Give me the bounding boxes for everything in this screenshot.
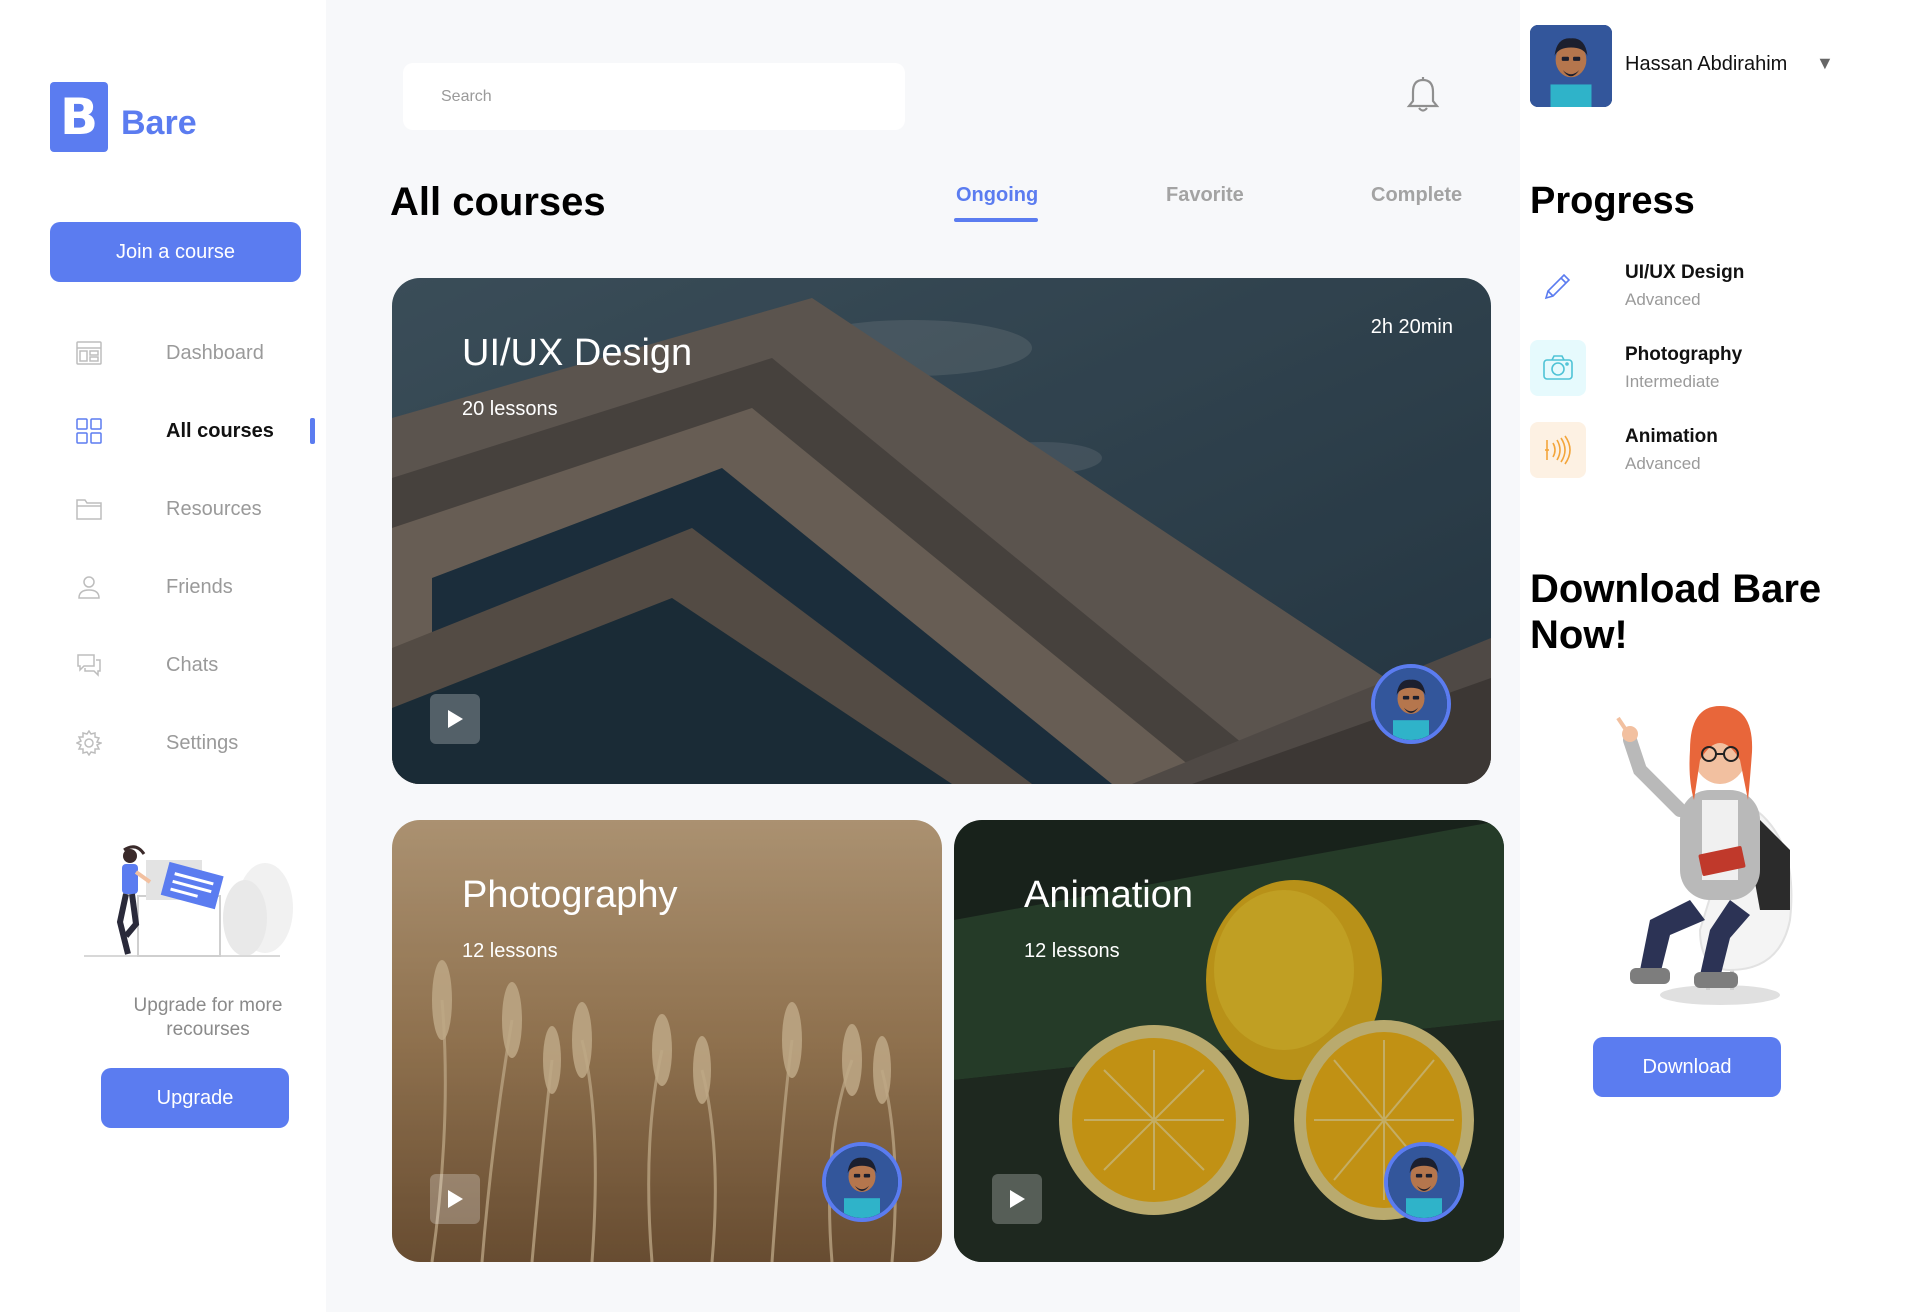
dashboard-icon	[76, 340, 102, 366]
progress-item-animation[interactable]: Animation Advanced	[1530, 422, 1890, 492]
sidebar-item-chats[interactable]: Chats	[0, 626, 326, 704]
gear-icon	[76, 730, 102, 756]
pencil-icon	[1530, 258, 1586, 314]
progress-course-name: UI/UX Design	[1625, 262, 1745, 283]
download-illustration	[1590, 670, 1820, 1010]
sidebar-item-label: Dashboard	[166, 341, 264, 364]
avatar[interactable]	[1530, 25, 1612, 107]
download-title: Download Bare Now!	[1530, 567, 1822, 657]
sidebar-item-label: Chats	[166, 653, 219, 676]
course-title: Photography	[462, 874, 678, 916]
tab-complete[interactable]: Complete	[1371, 184, 1462, 207]
tab-favorite[interactable]: Favorite	[1166, 184, 1244, 207]
sidebar-item-resources[interactable]: Resources	[0, 470, 326, 548]
course-card-animation[interactable]: Animation 12 lessons	[954, 820, 1504, 1262]
search-placeholder: Search	[441, 87, 492, 105]
sound-wave-icon	[1530, 422, 1586, 478]
tab-ongoing[interactable]: Ongoing	[956, 184, 1038, 207]
sidebar-item-dashboard[interactable]: Dashboard	[0, 314, 326, 392]
user-icon	[76, 574, 102, 600]
sidebar: B Bare Join a course Dashboard All cours…	[0, 0, 326, 1312]
sidebar-item-label: Settings	[166, 731, 239, 754]
sidebar-item-settings[interactable]: Settings	[0, 704, 326, 782]
sidebar-item-all-courses[interactable]: All courses	[0, 392, 326, 470]
instructor-avatar[interactable]	[1384, 1142, 1464, 1222]
chevron-down-icon[interactable]: ▼	[1816, 53, 1834, 74]
course-lessons: 12 lessons	[462, 940, 558, 962]
play-icon[interactable]	[430, 1174, 480, 1224]
bell-icon[interactable]	[1406, 76, 1440, 114]
sidebar-nav: Dashboard All courses Resources Friends	[0, 314, 326, 782]
progress-level: Intermediate	[1625, 372, 1720, 391]
instructor-avatar[interactable]	[1371, 664, 1451, 744]
active-indicator	[310, 418, 315, 444]
upgrade-text: Upgrade for more recourses	[133, 995, 283, 1040]
play-icon[interactable]	[430, 694, 480, 744]
page-title: All courses	[390, 180, 606, 224]
course-lessons: 12 lessons	[1024, 940, 1120, 962]
join-course-button[interactable]: Join a course	[50, 222, 301, 282]
play-icon[interactable]	[992, 1174, 1042, 1224]
course-title: UI/UX Design	[462, 332, 693, 374]
progress-level: Advanced	[1625, 454, 1701, 473]
instructor-avatar[interactable]	[822, 1142, 902, 1222]
chat-icon	[76, 652, 102, 678]
progress-level: Advanced	[1625, 290, 1701, 309]
course-card-uiux[interactable]: UI/UX Design 20 lessons 2h 20min	[392, 278, 1491, 784]
grid-icon	[76, 418, 102, 444]
progress-course-name: Animation	[1625, 426, 1718, 447]
camera-icon	[1530, 340, 1586, 396]
sidebar-item-label: All courses	[166, 419, 274, 442]
course-card-photography[interactable]: Photography 12 lessons	[392, 820, 942, 1262]
folder-icon	[76, 496, 102, 522]
brand-logo[interactable]: B Bare	[50, 82, 197, 152]
brand-name: Bare	[121, 103, 197, 142]
upgrade-button[interactable]: Upgrade	[101, 1068, 289, 1128]
course-duration: 2h 20min	[1370, 316, 1453, 338]
course-title: Animation	[1024, 874, 1193, 916]
upgrade-illustration	[80, 838, 296, 968]
sidebar-item-label: Friends	[166, 575, 233, 598]
download-button[interactable]: Download	[1593, 1037, 1781, 1097]
search-input[interactable]: Search	[403, 63, 905, 130]
progress-item-uiux[interactable]: UI/UX Design Advanced	[1530, 258, 1890, 328]
progress-title: Progress	[1530, 180, 1695, 222]
profile-name[interactable]: Hassan Abdirahim	[1625, 53, 1787, 76]
course-lessons: 20 lessons	[462, 398, 558, 420]
sidebar-item-friends[interactable]: Friends	[0, 548, 326, 626]
logo-mark: B	[50, 82, 108, 152]
sidebar-item-label: Resources	[166, 497, 262, 520]
progress-course-name: Photography	[1625, 344, 1743, 365]
right-panel: Hassan Abdirahim ▼ Progress UI/UX Design…	[1520, 0, 1920, 1312]
progress-item-photography[interactable]: Photography Intermediate	[1530, 340, 1890, 410]
tab-active-underline	[954, 218, 1038, 222]
